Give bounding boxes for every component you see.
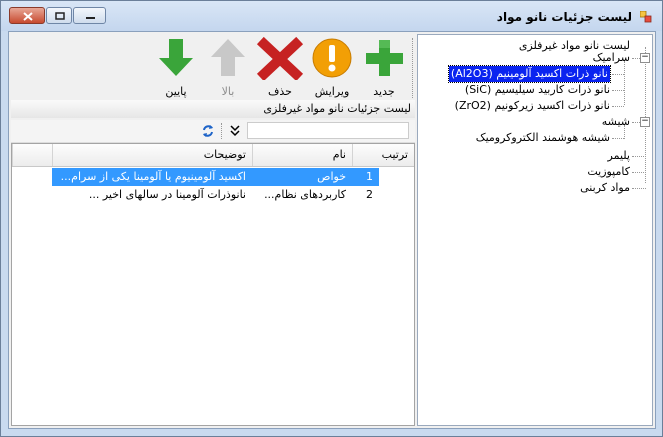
double-chevron-down-icon[interactable] [229, 124, 241, 138]
client-area: جدید ویرایش حذف بالا پایین لیست جزئیات ن… [8, 31, 656, 429]
tree-line [645, 47, 646, 183]
tree-line [612, 90, 624, 91]
maximize-icon [55, 12, 65, 20]
tree-line [612, 74, 624, 75]
row-description-cell[interactable]: نانوذرات آلومینا در سالهای اخیر ... [52, 186, 252, 204]
edit-label: ویرایش [314, 85, 350, 98]
main-window: لیست جزئیات نانو مواد جدید ویرایش حذف با… [0, 0, 663, 437]
table-row[interactable]: اکسید آلومینیوم یا آلومینا یکی از سرام..… [12, 168, 414, 186]
refresh-icon[interactable] [201, 124, 215, 138]
panel-caption-text: لیست جزئیات نانو مواد غیرفلزی [263, 102, 411, 115]
plus-icon [366, 40, 403, 76]
details-grid: توضیحات نام ترتیب اکسید آلومینیوم یا آلو… [11, 143, 415, 426]
filter-input[interactable] [247, 122, 409, 139]
delete-x-icon [256, 36, 304, 82]
down-button[interactable]: پایین [153, 36, 199, 100]
close-window-button[interactable] [9, 7, 45, 24]
new-label: جدید [373, 85, 395, 98]
tree-line [612, 138, 624, 139]
tree-line [632, 172, 646, 173]
tree-line [612, 106, 624, 107]
tree-line [632, 122, 640, 123]
edit-button[interactable]: ویرایش [309, 36, 355, 100]
up-label: بالا [221, 85, 235, 98]
row-description-cell[interactable]: اکسید آلومینیوم یا آلومینا یکی از سرام..… [52, 168, 252, 186]
tree-line [624, 61, 625, 105]
toolbar-grip [412, 38, 414, 98]
tree-line [632, 188, 646, 189]
tree-node-carbon[interactable]: مواد کربنی [580, 180, 630, 196]
row-header-column [12, 144, 52, 166]
tree-node-composite[interactable]: کامپوزیت [587, 164, 630, 180]
filter-separator [221, 123, 223, 139]
tree-line [624, 125, 625, 139]
app-icon [640, 11, 652, 23]
delete-button[interactable]: حذف [256, 36, 304, 100]
close-icon [23, 12, 33, 21]
maximize-window-button[interactable] [46, 7, 72, 24]
tree-node-glass[interactable]: شیشه [602, 114, 630, 130]
warning-icon [312, 38, 352, 78]
collapse-icon[interactable]: − [640, 117, 650, 127]
minimize-window-button[interactable] [73, 7, 106, 24]
collapse-icon[interactable]: − [640, 53, 650, 63]
tree-node-electrochromic[interactable]: شیشه هوشمند الکتروکرومیک [476, 130, 610, 146]
tree-node-sic[interactable]: نانو ذرات کاربید سیلیسیم (SiC) [465, 82, 610, 98]
new-button[interactable]: جدید [361, 36, 407, 100]
minimize-icon [86, 17, 95, 19]
arrow-up-icon [211, 39, 245, 76]
panel-caption: لیست جزئیات نانو مواد غیرفلزی [11, 100, 415, 118]
down-label: پایین [165, 85, 187, 98]
tree-node-polymer[interactable]: پلیمر [608, 148, 630, 164]
row-order-cell[interactable]: 1 [352, 168, 379, 186]
column-header-name[interactable]: نام [252, 144, 352, 166]
up-button[interactable]: بالا [205, 36, 251, 100]
toolbar: جدید ویرایش حذف بالا پایین [11, 34, 415, 102]
title-bar[interactable]: لیست جزئیات نانو مواد [1, 1, 662, 31]
grid-header: توضیحات نام ترتیب [12, 144, 414, 167]
column-header-description[interactable]: توضیحات [52, 144, 252, 166]
delete-label: حذف [268, 85, 292, 98]
table-row[interactable]: نانوذرات آلومینا در سالهای اخیر ... کارب… [12, 186, 414, 204]
row-name-cell[interactable]: خواص [252, 168, 352, 186]
filter-bar [11, 120, 415, 143]
tree-node-zro2[interactable]: نانو ذرات اکسید زیرکونیم (ZrO2) [455, 98, 610, 114]
row-order-cell[interactable]: 2 [352, 186, 379, 204]
arrow-down-icon [159, 39, 193, 76]
row-name-cell[interactable]: کاربردهای نظام... [252, 186, 352, 204]
tree-line [632, 58, 640, 59]
materials-tree[interactable]: لیست نانو مواد غیرفلزی − سرامیک نانو ذرا… [417, 34, 653, 426]
window-title: لیست جزئیات نانو مواد [496, 10, 632, 24]
tree-line [632, 156, 646, 157]
column-header-order[interactable]: ترتیب [352, 144, 414, 166]
tree-node-al2o3[interactable]: نانو ذرات اکسید آلومینیم (Al2O3) [447, 65, 612, 83]
